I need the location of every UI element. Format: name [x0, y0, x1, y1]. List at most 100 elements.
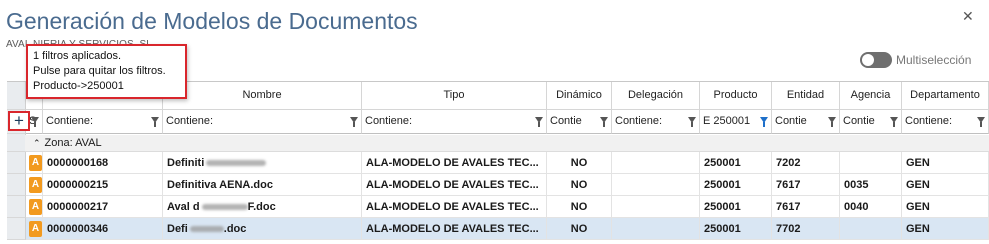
nombre-text: Definiti	[167, 157, 205, 169]
nombre-suffix: F.doc	[247, 201, 276, 213]
row-selector[interactable]	[7, 152, 26, 174]
filter-tipo[interactable]: Contiene:	[362, 110, 547, 134]
filter-funnel-icon[interactable]	[688, 117, 696, 127]
filter-codigo[interactable]: Contiene:	[43, 110, 163, 134]
cell-delegacion	[612, 218, 700, 240]
filter-tipo-text: Contiene:	[365, 115, 413, 127]
filter-funnel-icon[interactable]	[151, 117, 159, 127]
column-header-departamento[interactable]: Departamento	[902, 82, 989, 110]
column-header-delegacion[interactable]: Delegación	[612, 82, 700, 110]
cell-icon: A	[26, 152, 43, 174]
filter-nombre-text: Contiene:	[166, 115, 214, 127]
document-template-icon: A	[29, 221, 42, 237]
multiselect-label: Multiselección	[896, 53, 972, 67]
cell-agencia	[840, 218, 902, 240]
redacted-text	[206, 160, 267, 167]
cell-dinamico: NO	[547, 152, 612, 174]
filter-funnel-icon[interactable]	[600, 117, 608, 127]
tooltip-line-2: Pulse para quitar los filtros.	[33, 65, 166, 77]
cell-departamento: GEN	[902, 218, 989, 240]
cell-entidad: 7617	[772, 174, 840, 196]
cell-codigo: 0000000215	[43, 174, 163, 196]
cell-producto: 250001	[700, 218, 772, 240]
filter-nombre[interactable]: Contiene:	[163, 110, 362, 134]
column-header-nombre[interactable]: Nombre	[163, 82, 362, 110]
column-header-dinamico[interactable]: Dinámico	[547, 82, 612, 110]
filter-funnel-icon[interactable]	[31, 117, 39, 127]
cell-dinamico: NO	[547, 174, 612, 196]
cell-producto: 250001	[700, 196, 772, 218]
filter-dinamico-text: Contie	[550, 115, 582, 127]
multiselect-toggle[interactable]	[860, 52, 892, 68]
cell-codigo: 0000000217	[43, 196, 163, 218]
nombre-text: Defi	[167, 223, 188, 235]
document-template-icon: A	[29, 177, 42, 193]
add-filter-button[interactable]: +	[8, 111, 30, 131]
filter-departamento-text: Contiene:	[905, 115, 953, 127]
tooltip-filter-value: 250001	[87, 80, 124, 92]
filter-funnel-icon[interactable]	[350, 117, 358, 127]
group-row-zona[interactable]: ⌃ Zona: AVAL	[25, 135, 989, 152]
filter-producto[interactable]: E 250001	[700, 110, 772, 134]
tooltip-line-3: Producto->250001	[33, 79, 185, 94]
filter-funnel-icon[interactable]	[890, 117, 898, 127]
cell-agencia: 0040	[840, 196, 902, 218]
filter-funnel-icon[interactable]	[977, 117, 985, 127]
document-template-icon: A	[29, 155, 42, 171]
cell-producto: 250001	[700, 174, 772, 196]
column-header-entidad[interactable]: Entidad	[772, 82, 840, 110]
cell-dinamico: NO	[547, 196, 612, 218]
cell-agencia: 0035	[840, 174, 902, 196]
filter-tooltip: 1 filtros aplicados. Pulse para quitar l…	[26, 44, 187, 99]
cell-tipo: ALA-MODELO DE AVALES TEC...	[362, 174, 547, 196]
cell-delegacion	[612, 196, 700, 218]
document-template-icon: A	[29, 199, 42, 215]
cell-entidad: 7202	[772, 152, 840, 174]
cell-entidad: 7702	[772, 218, 840, 240]
cell-nombre: Aval d F.doc	[163, 196, 362, 218]
active-filter-funnel-icon[interactable]	[760, 117, 768, 127]
cell-delegacion	[612, 174, 700, 196]
filter-entidad-text: Contie	[775, 115, 807, 127]
filter-agencia-text: Contie	[843, 115, 875, 127]
tooltip-line-1: 1 filtros aplicados.	[33, 50, 122, 62]
close-icon[interactable]: ✕	[962, 8, 974, 25]
filter-delegacion-text: Contiene:	[615, 115, 663, 127]
redacted-text	[201, 204, 248, 211]
nombre-text: Aval d	[167, 201, 200, 213]
row-selector[interactable]	[7, 174, 26, 196]
cell-entidad: 7617	[772, 196, 840, 218]
nombre-suffix: .doc	[223, 223, 247, 235]
cell-agencia	[840, 152, 902, 174]
cell-nombre: Defi .doc	[163, 218, 362, 240]
filter-funnel-icon[interactable]	[828, 117, 836, 127]
filter-codigo-text: Contiene:	[46, 115, 94, 127]
column-header-tipo[interactable]: Tipo	[362, 82, 547, 110]
row-selector[interactable]	[7, 218, 26, 240]
cell-dinamico: NO	[547, 218, 612, 240]
cell-icon: A	[26, 174, 43, 196]
cell-icon: A	[26, 218, 43, 240]
column-header-producto[interactable]: Producto	[700, 82, 772, 110]
filter-agencia[interactable]: Contie	[840, 110, 902, 134]
cell-icon: A	[26, 196, 43, 218]
filter-dinamico[interactable]: Contie	[547, 110, 612, 134]
nombre-text: Definitiva AENA.doc	[167, 179, 273, 191]
multiselect-toggle-group[interactable]: Multiselección	[860, 52, 971, 68]
filter-departamento[interactable]: Contiene:	[902, 110, 989, 134]
cell-departamento: GEN	[902, 152, 989, 174]
filter-entidad[interactable]: Contie	[772, 110, 840, 134]
tooltip-filter-field: Producto->	[33, 80, 88, 92]
cell-tipo: ALA-MODELO DE AVALES TEC...	[362, 196, 547, 218]
row-selector[interactable]	[7, 196, 26, 218]
cell-nombre: Definitiva AENA.doc	[163, 174, 362, 196]
filter-funnel-icon[interactable]	[535, 117, 543, 127]
group-selector	[7, 134, 26, 152]
documents-grid: Nombre Tipo Dinámico Delegación Producto…	[7, 81, 989, 244]
cell-departamento: GEN	[902, 196, 989, 218]
cell-departamento: GEN	[902, 174, 989, 196]
cell-nombre: Definiti	[163, 152, 362, 174]
column-header-agencia[interactable]: Agencia	[840, 82, 902, 110]
collapse-chevron-icon[interactable]: ⌃	[33, 138, 41, 148]
filter-delegacion[interactable]: Contiene:	[612, 110, 700, 134]
